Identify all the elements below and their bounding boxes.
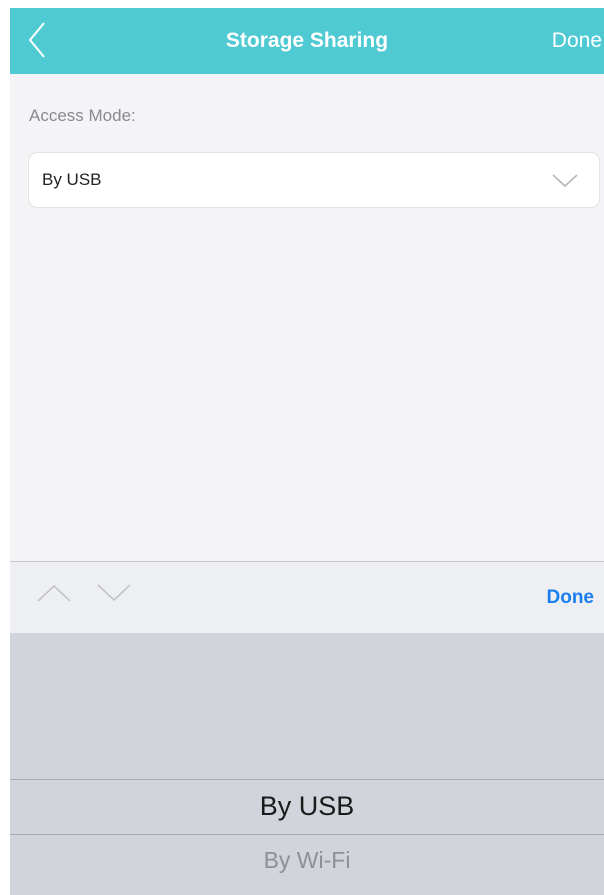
back-button[interactable] [20, 20, 54, 60]
picker-selection-bottom-line [10, 834, 604, 835]
picker-wheel[interactable]: By USB By Wi-Fi [10, 633, 604, 895]
picker-selection-top-line [10, 779, 604, 780]
chevron-down-icon [552, 174, 578, 188]
screen: Storage Sharing Done Access Mode: By USB… [10, 8, 604, 895]
navigation-bar: Storage Sharing Done [10, 8, 604, 74]
keyboard-toolbar: Done [10, 561, 604, 633]
page-title: Storage Sharing [225, 29, 389, 52]
access-mode-select[interactable]: By USB [28, 152, 600, 208]
picker-option[interactable]: By Wi-Fi [10, 847, 604, 874]
access-mode-value: By USB [42, 170, 102, 189]
picker-option-selected[interactable]: By USB [10, 791, 604, 822]
nav-done-button[interactable]: Done [552, 8, 602, 74]
chevron-down-icon[interactable] [96, 582, 132, 604]
toolbar-done-button[interactable]: Done [547, 562, 595, 634]
chevron-left-icon [28, 22, 45, 58]
access-mode-label: Access Mode: [29, 106, 136, 125]
chevron-up-icon[interactable] [36, 582, 72, 604]
